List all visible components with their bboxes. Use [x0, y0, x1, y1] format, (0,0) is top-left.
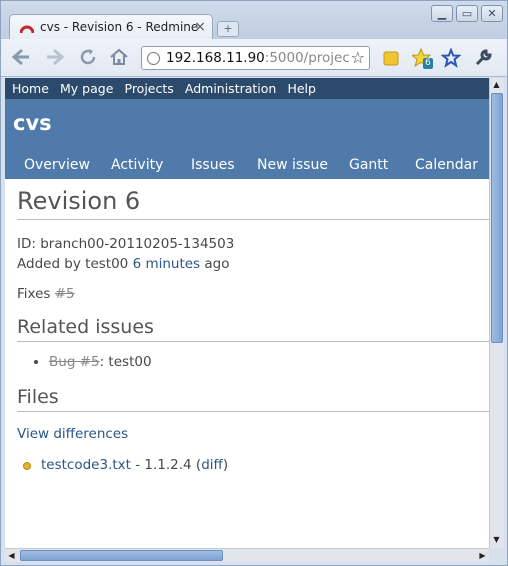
project-title: cvs — [13, 111, 52, 135]
maximize-button[interactable]: ▭ — [456, 5, 478, 22]
reload-button[interactable] — [76, 47, 100, 69]
list-item: Bug #5: test00 — [49, 354, 489, 370]
horizontal-scroll-thumb[interactable] — [20, 550, 223, 561]
reload-icon — [80, 49, 96, 65]
tab-overview[interactable]: Overview — [24, 157, 90, 173]
globe-icon — [147, 52, 160, 65]
top-menu: Home My page Projects Administration Hel… — [5, 78, 489, 99]
forward-button[interactable] — [43, 47, 67, 69]
file-entry: testcode3.txt - 1.1.2.4 (diff) — [17, 457, 489, 473]
minimize-button[interactable]: ▁ — [431, 5, 453, 22]
browser-tab[interactable]: cvs - Revision 6 - Redmine × — [9, 14, 213, 40]
horizontal-scrollbar[interactable]: ◀ ▶ — [5, 548, 489, 562]
added-by-text: Added by test00 — [17, 256, 133, 272]
url-path: :5000/projects — [264, 50, 350, 66]
file-revision: - 1.1.2.4 ( — [130, 457, 202, 473]
page-viewport: Home My page Projects Administration Hel… — [5, 78, 489, 548]
new-tab-button[interactable]: + — [217, 21, 239, 37]
extension-button[interactable]: 6 — [410, 47, 433, 69]
forward-arrow-icon — [47, 48, 65, 66]
view-differences-link[interactable]: View differences — [17, 426, 128, 442]
back-button[interactable] — [9, 47, 33, 69]
file-link[interactable]: testcode3.txt — [41, 457, 131, 473]
home-button[interactable] — [107, 47, 131, 69]
redmine-favicon-icon — [20, 25, 34, 34]
file-paren-close: ) — [222, 457, 229, 473]
revision-meta: ID: branch00-20110205-134503 Added by te… — [17, 234, 489, 274]
vertical-scrollbar[interactable]: ▲ ▼ — [489, 78, 504, 548]
page-title: Revision 6 — [17, 187, 489, 220]
scroll-left-icon[interactable]: ◀ — [5, 549, 18, 562]
diff-link[interactable]: diff — [201, 457, 223, 473]
scroll-right-icon[interactable]: ▶ — [476, 549, 489, 562]
tab-title: cvs - Revision 6 - Redmine — [40, 20, 199, 34]
scroll-up-icon[interactable]: ▲ — [490, 78, 503, 91]
topmenu-my-page[interactable]: My page — [60, 78, 113, 99]
url-host: 192.168.11.90 — [166, 50, 265, 66]
tab-activity[interactable]: Activity — [111, 157, 163, 173]
topmenu-administration[interactable]: Administration — [185, 78, 276, 99]
issue-link[interactable]: #5 — [55, 286, 75, 302]
address-bar[interactable]: 192.168.11.90:5000/projects ☆ — [141, 46, 370, 70]
star-extension-icon[interactable] — [441, 48, 461, 68]
bookmark-star-icon[interactable]: ☆ — [351, 48, 365, 67]
scroll-down-icon[interactable]: ▼ — [490, 533, 503, 546]
project-header: cvs Overview Activity Issues New issue G… — [5, 99, 489, 179]
tab-close-icon[interactable]: × — [194, 19, 206, 35]
browser-window: cvs - Revision 6 - Redmine × + ▁ ▭ ✕ 192… — [0, 0, 508, 566]
vertical-scroll-thumb[interactable] — [491, 93, 503, 343]
tab-gantt[interactable]: Gantt — [349, 157, 388, 173]
related-issues-list: Bug #5: test00 — [49, 354, 489, 370]
revision-id: ID: branch00-20110205-134503 — [17, 236, 235, 252]
related-issue-link[interactable]: Bug #5 — [49, 354, 100, 370]
bookmarks-folder-icon[interactable] — [381, 48, 401, 68]
close-window-button[interactable]: ✕ — [481, 5, 503, 22]
related-issues-heading: Related issues — [17, 316, 489, 342]
topmenu-projects[interactable]: Projects — [125, 78, 174, 99]
extension-badge: 6 — [423, 58, 433, 69]
url-text: 192.168.11.90:5000/projects — [166, 50, 350, 66]
scrollbar-corner — [489, 548, 504, 562]
main-content: Revision 6 ID: branch00-20110205-134503 … — [5, 187, 489, 473]
commit-message: Fixes #5 — [17, 286, 489, 302]
wrench-icon[interactable] — [473, 48, 493, 68]
added-suffix: ago — [200, 256, 230, 272]
tab-issues[interactable]: Issues — [191, 157, 235, 173]
home-icon — [110, 48, 128, 65]
fixes-text: Fixes — [17, 286, 55, 302]
tab-calendar[interactable]: Calendar — [415, 157, 478, 173]
back-arrow-icon — [11, 48, 29, 66]
related-issue-subject: : test00 — [99, 354, 152, 370]
time-ago-link[interactable]: 6 minutes — [133, 256, 201, 272]
added-by-line: Added by test00 6 minutes ago — [17, 254, 489, 274]
files-heading: Files — [17, 386, 489, 412]
file-status-icon — [23, 462, 31, 470]
browser-toolbar: 192.168.11.90:5000/projects ☆ 6 — [1, 39, 507, 77]
topmenu-help[interactable]: Help — [287, 78, 316, 99]
tab-new-issue[interactable]: New issue — [257, 157, 328, 173]
tab-strip: cvs - Revision 6 - Redmine × + ▁ ▭ ✕ — [1, 1, 507, 40]
topmenu-home[interactable]: Home — [12, 78, 49, 99]
